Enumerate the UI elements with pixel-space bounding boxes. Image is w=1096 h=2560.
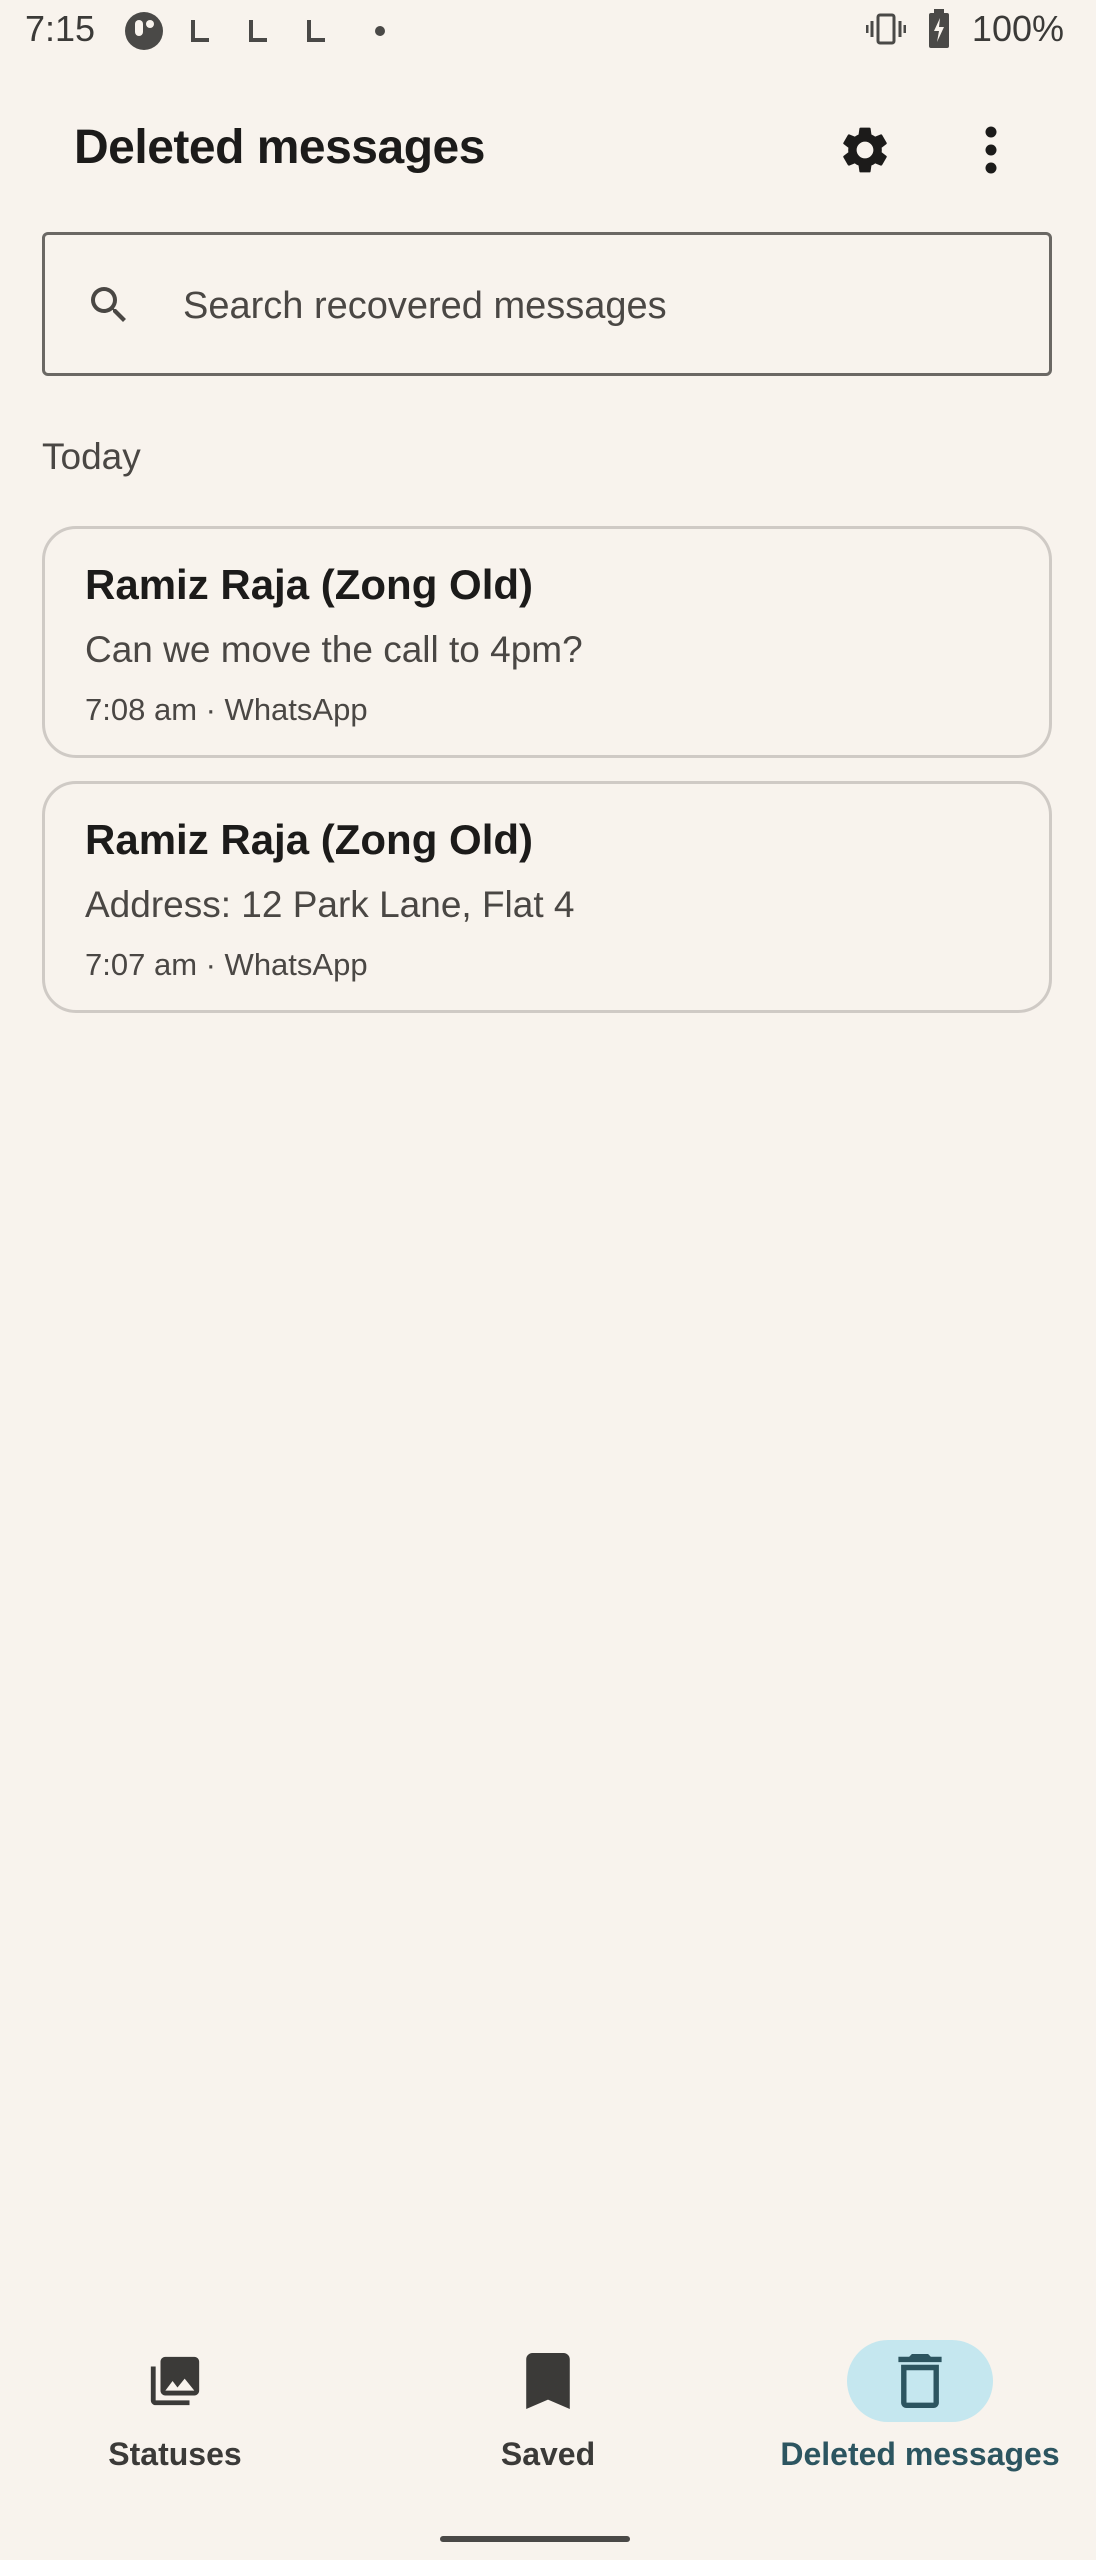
page-title: Deleted messages [74, 121, 485, 174]
settings-button[interactable] [830, 115, 900, 185]
message-meta: 7:07 am · WhatsApp [85, 947, 368, 982]
message-meta: 7:08 am · WhatsApp [85, 692, 368, 727]
gear-icon [843, 127, 887, 173]
nav-icon-container [847, 2340, 993, 2422]
deleted-messages-screen: 7:15 100% Deleted messages Search recove… [0, 0, 1096, 2560]
nav-label: Deleted messages [780, 2436, 1060, 2472]
search-icon [91, 287, 126, 322]
nav-label: Saved [500, 2436, 596, 2472]
search-input[interactable] [181, 265, 1015, 347]
status-time: 7:15 [25, 8, 96, 49]
message-text: Can we move the call to 4pm? [85, 629, 583, 670]
vibrate-icon [865, 13, 906, 45]
battery-percentage: 100% [971, 8, 1064, 49]
app-notification-icon [125, 12, 163, 50]
message-card[interactable]: Ramiz Raja (Zong Old) Address: 12 Park L… [42, 781, 1052, 1013]
battery-charging-icon [928, 9, 949, 48]
more-options-button[interactable] [956, 115, 1026, 185]
system-icons: 100% [865, 8, 1064, 50]
gallery-icon [150, 2356, 200, 2406]
missed-call-icon [249, 20, 267, 42]
nav-item-deleted-messages[interactable]: Deleted messages [770, 2310, 1070, 2490]
dot-icon [375, 26, 385, 36]
missed-call-icon [307, 20, 325, 42]
nav-item-statuses[interactable]: Statuses [25, 2310, 325, 2490]
message-sender: Ramiz Raja (Zong Old) [85, 561, 534, 608]
trash-icon [898, 2354, 942, 2408]
bottom-navigation: Statuses Saved Deleted messages [0, 2310, 1096, 2510]
nav-label: Statuses [108, 2436, 242, 2472]
home-indicator[interactable] [440, 2536, 630, 2542]
search-bar[interactable] [42, 232, 1052, 376]
message-sender: Ramiz Raja (Zong Old) [85, 816, 534, 863]
top-app-bar: Deleted messages [0, 100, 1096, 200]
notification-icons [125, 12, 385, 50]
bookmark-icon [526, 2353, 570, 2409]
status-bar: 7:15 100% [0, 0, 1096, 62]
nav-item-saved[interactable]: Saved [398, 2310, 698, 2490]
more-vert-icon [985, 126, 997, 174]
message-text: Address: 12 Park Lane, Flat 4 [85, 884, 575, 925]
section-header-today: Today [42, 436, 141, 477]
message-card[interactable]: Ramiz Raja (Zong Old) Can we move the ca… [42, 526, 1052, 758]
nav-icon-container [102, 2340, 248, 2422]
missed-call-icon [191, 20, 209, 42]
nav-icon-container [475, 2340, 621, 2422]
